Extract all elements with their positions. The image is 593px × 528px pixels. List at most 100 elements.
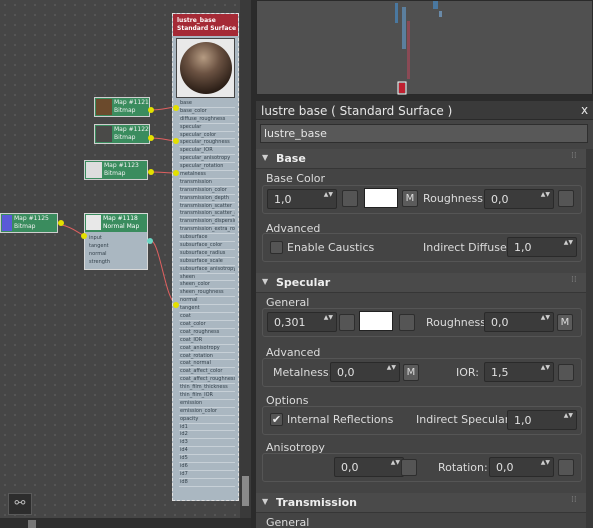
port-label[interactable]: emission [179, 400, 235, 408]
spinner-arrows-icon[interactable]: ▲▼ [387, 363, 396, 372]
grip-icon[interactable]: ⁞⁞ [571, 275, 577, 285]
specular-roughness-spinner[interactable]: 0,0 ▲▼ [484, 312, 554, 332]
spinner-arrows-icon[interactable]: ▲▼ [541, 458, 550, 467]
scrollbar-thumb[interactable] [242, 476, 249, 506]
port-label[interactable]: diffuse_roughness [179, 116, 235, 124]
base-roughness-spinner[interactable]: 0,0 ▲▼ [484, 189, 554, 209]
port-label[interactable]: transmission_depth [179, 195, 235, 203]
node-editor-vertical-scrollbar[interactable] [240, 0, 251, 518]
collapse-arrow-icon[interactable]: ▼ [262, 153, 268, 162]
input-port[interactable] [173, 138, 179, 144]
specular-weight-spinner[interactable]: 0,301 ▲▼ [267, 312, 337, 332]
map-button[interactable] [342, 190, 358, 207]
normal-map-node[interactable]: Map #1118 Normal Map input tangent normal… [84, 213, 148, 270]
port-label[interactable]: base [179, 100, 235, 108]
port-label[interactable]: opacity [179, 416, 235, 424]
port-label[interactable]: subsurface_anisotropy [179, 266, 235, 274]
port-label[interactable]: metalness [179, 171, 235, 179]
collapse-arrow-icon[interactable]: ▼ [262, 497, 268, 506]
port-label[interactable]: specular [179, 124, 235, 132]
port-label[interactable]: id2 [179, 431, 235, 440]
rollout-base[interactable]: ▼ Base ⁞⁞ [256, 149, 586, 169]
port-label[interactable]: normal [179, 297, 235, 306]
port-label[interactable]: subsurface_color [179, 242, 235, 250]
close-icon[interactable]: x [581, 103, 588, 117]
port-label[interactable]: subsurface_radius [179, 250, 235, 258]
spinner-arrows-icon[interactable]: ▲▼ [564, 238, 573, 247]
standard-surface-node[interactable]: lustre_base Standard Surface base base_co… [172, 13, 239, 501]
port-label[interactable]: normal [89, 250, 110, 258]
port-label[interactable]: specular_IOR [179, 147, 235, 156]
metalness-map-button[interactable]: M [403, 364, 419, 381]
map-node-1125[interactable]: Map #1125 Bitmap [0, 213, 58, 233]
internal-reflections-checkbox[interactable]: ✔ [270, 413, 283, 426]
panel-vertical-scrollbar[interactable] [586, 149, 593, 528]
port-label[interactable]: specular_color [179, 132, 235, 140]
grip-icon[interactable]: ⁞⁞ [571, 151, 577, 161]
scrollbar-thumb[interactable] [28, 520, 36, 528]
port-label[interactable]: sheen_roughness [179, 289, 235, 298]
indirect-diffuse-spinner[interactable]: 1,0 ▲▼ [507, 237, 577, 257]
collapse-arrow-icon[interactable]: ▼ [262, 277, 268, 286]
ior-spinner[interactable]: 1,5 ▲▼ [484, 362, 554, 382]
port-label[interactable]: id4 [179, 447, 235, 456]
port-label[interactable]: specular_rotation [179, 163, 235, 172]
port-label[interactable]: transmission_dispersion [179, 218, 235, 227]
grip-icon[interactable]: ⁞⁞ [571, 495, 577, 505]
port-label[interactable]: sheen [179, 274, 235, 282]
enable-caustics-label[interactable]: Enable Caustics [287, 241, 374, 254]
spinner-arrows-icon[interactable]: ▲▼ [564, 411, 573, 420]
port-label[interactable]: specular_anisotropy [179, 155, 235, 164]
map-node-1123[interactable]: Map #1123 Bitmap [84, 160, 148, 180]
port-label[interactable]: coat_roughness [179, 329, 235, 337]
navigator-view[interactable] [256, 0, 593, 95]
map-button[interactable] [558, 459, 574, 476]
rotation-spinner[interactable]: 0,0 ▲▼ [489, 457, 554, 477]
port-label[interactable]: id7 [179, 471, 235, 479]
input-port[interactable] [173, 105, 179, 111]
output-port[interactable] [147, 238, 153, 244]
specular-color-swatch[interactable] [359, 311, 393, 331]
port-label[interactable]: thin_film_IOR [179, 392, 235, 400]
port-label[interactable]: strength [89, 258, 110, 266]
spinner-arrows-icon[interactable]: ▲▼ [324, 313, 333, 322]
port-label[interactable]: coat_rotation [179, 353, 235, 361]
input-port[interactable] [173, 302, 179, 308]
port-label[interactable]: coat_affect_color [179, 368, 235, 377]
port-label[interactable]: specular_roughness [179, 139, 235, 148]
port-label[interactable]: subsurface_scale [179, 258, 235, 266]
base-weight-spinner[interactable]: 1,0 ▲▼ [267, 189, 337, 209]
node-editor-canvas[interactable]: Map #1121 Bitmap Map #1122 Bitmap Map #112… [0, 0, 251, 528]
spinner-arrows-icon[interactable]: ▲▼ [391, 458, 400, 467]
port-label[interactable]: subsurface [179, 234, 235, 243]
port-label[interactable]: id1 [179, 424, 235, 432]
rollout-transmission[interactable]: ▼ Transmission ⁞⁞ [256, 493, 586, 513]
port-label[interactable]: thin_film_thickness [179, 384, 235, 392]
map-node-1121[interactable]: Map #1121 Bitmap [94, 97, 150, 117]
base-color-map-button[interactable]: M [402, 190, 418, 207]
map-button[interactable] [558, 364, 574, 381]
material-name-input[interactable]: lustre_base [260, 124, 588, 143]
base-color-swatch[interactable] [364, 188, 398, 208]
port-label[interactable]: transmission_scatter [179, 203, 235, 211]
port-label[interactable]: coat_color [179, 321, 235, 329]
node-editor-horizontal-scrollbar[interactable] [0, 518, 251, 528]
input-port[interactable] [81, 233, 87, 239]
port-label[interactable]: transmission_extra_roug [179, 226, 235, 235]
rollout-specular[interactable]: ▼ Specular ⁞⁞ [256, 273, 586, 293]
port-label[interactable]: coat_anisotropy [179, 345, 235, 353]
port-label[interactable]: coat_normal [179, 360, 235, 369]
internal-reflections-label[interactable]: Internal Reflections [287, 413, 393, 426]
port-label[interactable]: tangent [89, 242, 110, 250]
enable-caustics-checkbox[interactable] [270, 241, 283, 254]
output-port[interactable] [148, 107, 154, 113]
port-label[interactable]: base_color [179, 108, 235, 116]
output-port[interactable] [58, 220, 64, 226]
port-label[interactable]: id5 [179, 455, 235, 463]
port-label[interactable]: coat_IOR [179, 337, 235, 345]
output-port[interactable] [148, 135, 154, 141]
indirect-specular-spinner[interactable]: 1,0 ▲▼ [507, 410, 577, 430]
spinner-arrows-icon[interactable]: ▲▼ [324, 190, 333, 199]
port-label[interactable]: emission_color [179, 408, 235, 416]
port-label[interactable]: coat_affect_roughness [179, 376, 235, 385]
